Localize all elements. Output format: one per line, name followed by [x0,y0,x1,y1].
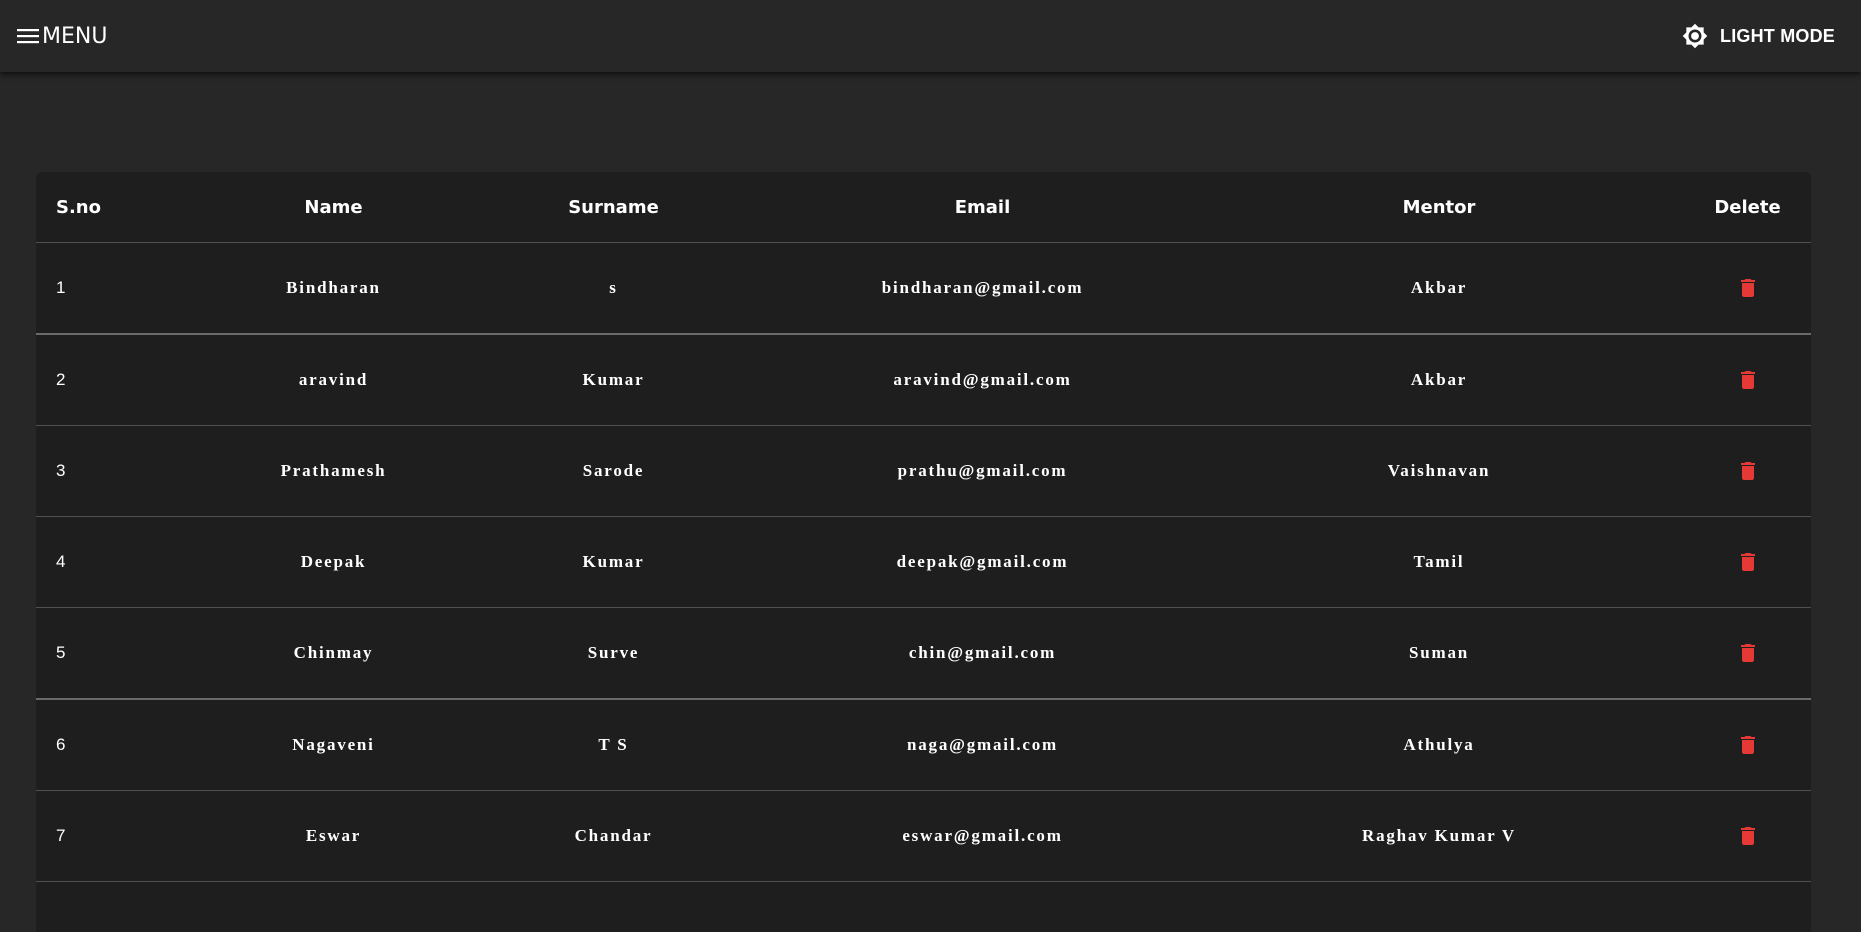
cell-delete [1684,334,1811,426]
table-row: 3 Prathamesh Sarode prathu@gmail.com Vai… [36,425,1811,517]
light-mode-toggle[interactable]: LIGHT MODE [1674,17,1843,55]
header-sno: S.no [36,172,211,243]
cell-sno: 6 [36,699,211,791]
cell-email: bindharan@gmail.com [771,242,1194,335]
cell-delete [1684,607,1811,700]
cell-mentor: Akbar [1194,242,1684,335]
cell-email: aravind@gmail.com [771,334,1194,426]
delete-button[interactable] [1730,818,1766,854]
cell-mentor: Vaishnavan [1194,425,1684,517]
cell-name: Prathamesh [211,425,456,517]
cell-name: aravind [211,334,456,426]
menu-label: MENU [42,23,108,49]
cell-sno: 3 [36,425,211,517]
cell-sno: 4 [36,516,211,608]
cell-mentor: Akbar [1194,334,1684,426]
trash-icon [1740,643,1755,662]
cell-name: Nagaveni [211,699,456,791]
cell-delete [1684,699,1811,791]
cell-mentor: Tamil [1194,516,1684,608]
trash-icon [1740,735,1755,754]
header-mentor: Mentor [1194,172,1684,243]
table-row: 1 Bindharan s bindharan@gmail.com Akbar [36,242,1811,335]
cell-mentor: Athulya [1194,699,1684,791]
cell-sno: 5 [36,607,211,700]
cell-email: prathu@gmail.com [771,425,1194,517]
cell-delete [1684,242,1811,335]
delete-button[interactable] [1730,727,1766,763]
header-delete: Delete [1684,172,1811,243]
table-row: 6 Nagaveni T S naga@gmail.com Athulya [36,699,1811,791]
header-email: Email [771,172,1194,243]
cell-surname: T S [456,699,771,791]
cell-surname: Chandar [456,790,771,882]
cell-name: Eswar [211,790,456,882]
students-table: S.no Name Surname Email Mentor Delete 1 … [36,172,1811,882]
menu-button[interactable]: MENU [16,24,107,49]
delete-button[interactable] [1730,362,1766,398]
trash-icon [1740,370,1755,389]
trash-icon [1740,552,1755,571]
app-bar: MENU LIGHT MODE [0,0,1861,72]
table-row: 2 aravind Kumar aravind@gmail.com Akbar [36,334,1811,426]
delete-button[interactable] [1730,453,1766,489]
cell-surname: Kumar [456,516,771,608]
cell-name: Bindharan [211,242,456,335]
table-row: 7 Eswar Chandar eswar@gmail.com Raghav K… [36,790,1811,882]
cell-delete [1684,790,1811,882]
cell-surname: Kumar [456,334,771,426]
hamburger-icon [17,29,39,44]
cell-mentor: Raghav Kumar V [1194,790,1684,882]
trash-icon [1740,278,1755,297]
delete-button[interactable] [1730,270,1766,306]
cell-sno: 1 [36,242,211,335]
table-row: 4 Deepak Kumar deepak@gmail.com Tamil [36,516,1811,608]
cell-name: Chinmay [211,607,456,700]
cell-surname: s [456,242,771,335]
cell-delete [1684,425,1811,517]
delete-button[interactable] [1730,544,1766,580]
cell-email: chin@gmail.com [771,607,1194,700]
table-header-row: S.no Name Surname Email Mentor Delete [36,172,1811,243]
light-mode-label: LIGHT MODE [1720,25,1835,46]
cell-email: deepak@gmail.com [771,516,1194,608]
delete-button[interactable] [1730,635,1766,671]
cell-surname: Sarode [456,425,771,517]
trash-icon [1740,461,1755,480]
cell-sno: 7 [36,790,211,882]
cell-delete [1684,516,1811,608]
header-surname: Surname [456,172,771,243]
brightness-icon [1682,23,1708,49]
cell-name: Deepak [211,516,456,608]
trash-icon [1740,826,1755,845]
table-row: 5 Chinmay Surve chin@gmail.com Suman [36,607,1811,700]
cell-sno: 2 [36,334,211,426]
cell-email: naga@gmail.com [771,699,1194,791]
cell-email: eswar@gmail.com [771,790,1194,882]
cell-surname: Surve [456,607,771,700]
students-table-container: S.no Name Surname Email Mentor Delete 1 … [36,172,1811,932]
cell-mentor: Suman [1194,607,1684,700]
header-name: Name [211,172,456,243]
